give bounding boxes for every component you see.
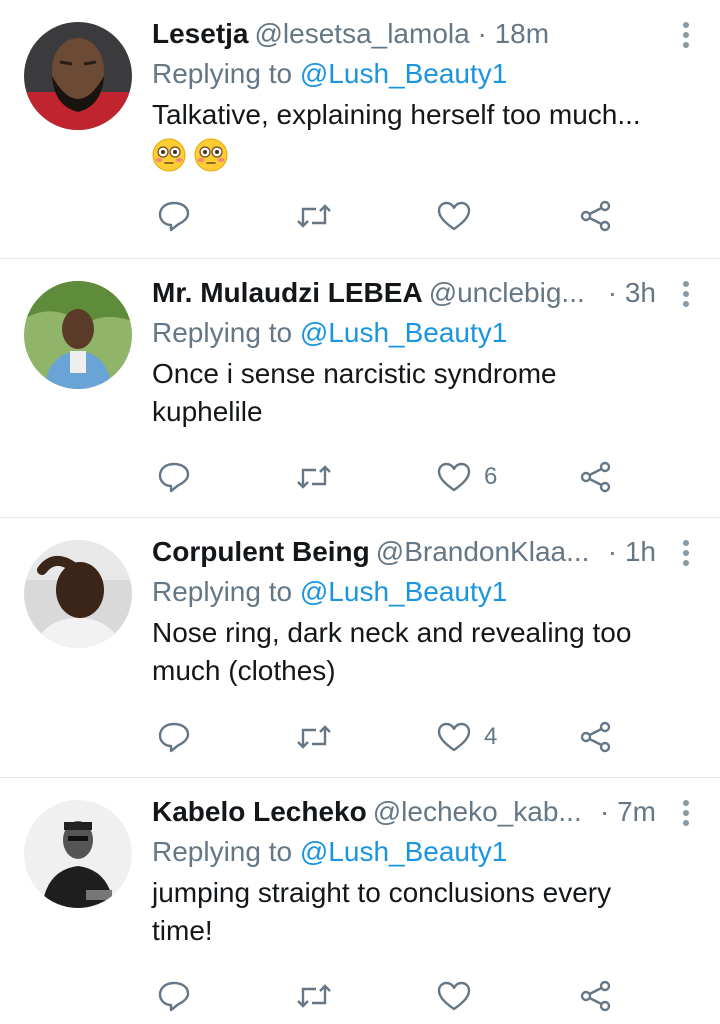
timestamp[interactable]: 3h <box>625 277 656 308</box>
tweet[interactable]: Corpulent Being @BrandonKlaa... · 1h Repl… <box>0 518 720 778</box>
avatar[interactable] <box>24 540 132 648</box>
tweet-text: jumping straight to conclusions every ti… <box>152 877 612 946</box>
tweet-header: Lesetja @lesetsa_lamola · 18m <box>152 16 696 52</box>
like-button[interactable] <box>436 196 484 236</box>
mention-link[interactable]: @Lush_Beauty1 <box>300 58 507 89</box>
like-count: 6 <box>484 463 498 490</box>
display-name[interactable]: Lesetja <box>152 18 249 49</box>
mention-link[interactable]: @Lush_Beauty1 <box>300 576 507 607</box>
more-options-icon[interactable] <box>676 798 696 828</box>
retweet-icon <box>297 725 331 749</box>
display-name[interactable]: Mr. Mulaudzi LEBEA <box>152 277 423 308</box>
retweet-button[interactable] <box>296 717 332 757</box>
heart-icon <box>437 981 471 1011</box>
tweet-actions: 4 <box>0 717 720 757</box>
reply-button[interactable] <box>156 717 192 757</box>
replying-to: Replying to @Lush_Beauty1 <box>152 574 696 612</box>
reply-button[interactable] <box>156 976 192 1016</box>
separator-dot: · <box>469 18 495 49</box>
like-button[interactable] <box>436 976 484 1016</box>
tweet[interactable]: Kabelo Lecheko @lecheko_kab... · 7m Reply… <box>0 778 720 1024</box>
tweet-header: Kabelo Lecheko @lecheko_kab... · 7m <box>152 794 696 830</box>
share-button[interactable] <box>578 196 614 236</box>
replying-to-label: Replying to <box>152 317 293 348</box>
heart-icon <box>437 462 471 492</box>
share-icon <box>580 461 611 493</box>
username[interactable]: @unclebig... <box>429 277 585 308</box>
more-options-icon[interactable] <box>676 538 696 568</box>
tweet-actions <box>0 976 720 1016</box>
separator-dot: · <box>607 277 625 308</box>
heart-icon <box>437 201 471 231</box>
replying-to: Replying to @Lush_Beauty1 <box>152 315 696 353</box>
share-icon <box>580 980 611 1012</box>
retweet-icon <box>297 465 331 489</box>
replying-to-label: Replying to <box>152 576 293 607</box>
tweet-actions: 6 <box>0 457 720 497</box>
avatar[interactable] <box>24 281 132 389</box>
reply-icon <box>158 462 190 493</box>
retweet-icon <box>297 204 331 228</box>
share-icon <box>580 721 611 753</box>
tweet-header: Corpulent Being @BrandonKlaa... · 1h <box>152 534 696 570</box>
reply-icon <box>158 722 190 753</box>
share-button[interactable] <box>578 717 614 757</box>
separator-dot: · <box>599 796 618 827</box>
share-button[interactable] <box>578 976 614 1016</box>
retweet-button[interactable] <box>296 457 332 497</box>
separator-dot: · <box>607 536 625 567</box>
retweet-button[interactable] <box>296 196 332 236</box>
reply-button[interactable] <box>156 457 192 497</box>
flushed-face-emoji-icon <box>152 138 186 172</box>
replying-to-label: Replying to <box>152 58 293 89</box>
reply-button[interactable] <box>156 196 192 236</box>
retweet-button[interactable] <box>296 976 332 1016</box>
share-icon <box>580 200 611 232</box>
username[interactable]: @BrandonKlaa... <box>376 536 590 567</box>
tweet-text: Nose ring, dark neck and revealing too m… <box>152 617 632 686</box>
replying-to: Replying to @Lush_Beauty1 <box>152 56 696 94</box>
like-button[interactable]: 6 <box>436 457 497 497</box>
heart-icon <box>437 722 471 752</box>
display-name[interactable]: Kabelo Lecheko <box>152 796 367 827</box>
share-button[interactable] <box>578 457 614 497</box>
timestamp[interactable]: 18m <box>495 18 549 49</box>
username[interactable]: @lecheko_kab... <box>373 796 582 827</box>
tweet-text: Talkative, explaining herself too much..… <box>152 99 641 130</box>
reply-feed: Lesetja @lesetsa_lamola · 18m Replying to… <box>0 0 720 1024</box>
mention-link[interactable]: @Lush_Beauty1 <box>300 317 507 348</box>
mention-link[interactable]: @Lush_Beauty1 <box>300 836 507 867</box>
tweet-actions <box>0 196 720 236</box>
more-options-icon[interactable] <box>676 279 696 309</box>
timestamp[interactable]: 7m <box>617 796 656 827</box>
like-count: 4 <box>484 723 498 750</box>
username[interactable]: @lesetsa_lamola <box>255 18 470 49</box>
timestamp[interactable]: 1h <box>625 536 656 567</box>
display-name[interactable]: Corpulent Being <box>152 536 370 567</box>
avatar[interactable] <box>24 22 132 130</box>
reply-icon <box>158 981 190 1012</box>
avatar[interactable] <box>24 800 132 908</box>
tweet-header: Mr. Mulaudzi LEBEA @unclebig... · 3h <box>152 275 696 311</box>
replying-to: Replying to @Lush_Beauty1 <box>152 834 696 872</box>
replying-to-label: Replying to <box>152 836 293 867</box>
tweet[interactable]: Mr. Mulaudzi LEBEA @unclebig... · 3h Repl… <box>0 259 720 518</box>
more-options-icon[interactable] <box>676 20 696 50</box>
reply-icon <box>158 201 190 232</box>
like-button[interactable]: 4 <box>436 717 497 757</box>
retweet-icon <box>297 984 331 1008</box>
tweet-text: Once i sense narcistic syndrome kuphelil… <box>152 358 557 427</box>
flushed-face-emoji-icon <box>194 138 228 172</box>
emoji-row <box>152 138 696 178</box>
tweet[interactable]: Lesetja @lesetsa_lamola · 18m Replying to… <box>0 0 720 259</box>
